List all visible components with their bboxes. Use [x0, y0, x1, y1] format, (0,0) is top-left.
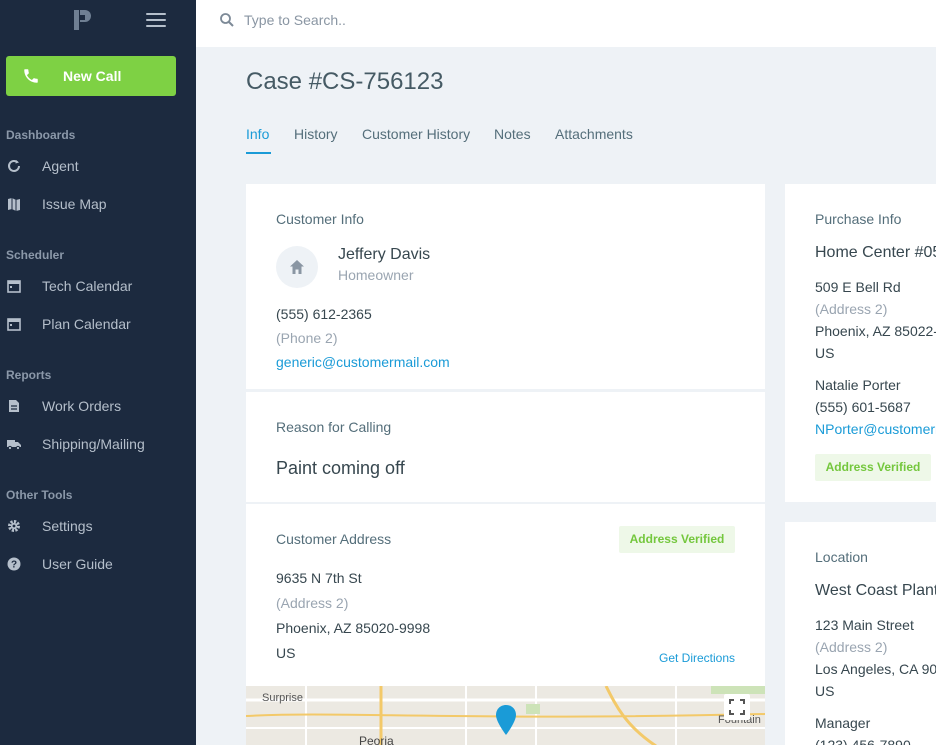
reason-card: Reason for Calling Paint coming off — [246, 392, 765, 502]
manager-phone: (123) 456-7890 — [815, 737, 911, 745]
sidebar: New Call Dashboards Agent Issue Map Sche… — [0, 0, 196, 745]
map-pin-icon[interactable] — [494, 704, 518, 736]
search-input[interactable] — [244, 8, 844, 32]
sidebar-item-label: Issue Map — [42, 196, 107, 212]
new-call-label: New Call — [63, 68, 122, 84]
gear-icon — [8, 520, 20, 532]
sidebar-item-label: User Guide — [42, 556, 113, 572]
card-label: Purchase Info — [815, 211, 902, 227]
customer-address-card: Customer Address Address Verified 9635 N… — [246, 504, 765, 745]
address-map[interactable]: Surprise Peoria Fountain — [246, 686, 765, 745]
truck-icon — [7, 440, 21, 451]
calendar-icon — [7, 280, 21, 293]
get-directions-link[interactable]: Get Directions — [659, 651, 735, 665]
fullscreen-button[interactable] — [724, 694, 750, 720]
address-city: Phoenix, AZ 85020-9998 — [276, 620, 431, 636]
sidebar-item-user-guide[interactable]: ? User Guide — [0, 550, 196, 578]
sidebar-item-label: Settings — [42, 518, 93, 534]
map-label-peoria: Peoria — [359, 734, 394, 745]
document-icon — [9, 400, 19, 412]
fullscreen-icon — [729, 699, 745, 715]
map-label-surprise: Surprise — [262, 692, 303, 704]
location-address-line1: 123 Main Street — [815, 617, 914, 633]
purchase-address-line2: (Address 2) — [815, 301, 888, 317]
top-bar — [196, 0, 936, 47]
location-card: Location West Coast Plant 123 Main Stree… — [785, 522, 936, 745]
section-other-tools: Other Tools — [6, 488, 73, 502]
address-country: US — [276, 645, 296, 661]
tab-info[interactable]: Info — [246, 126, 269, 142]
manager-label: Manager — [815, 715, 871, 731]
page-title: Case #CS-756123 — [246, 68, 444, 95]
new-call-button[interactable]: New Call — [6, 56, 176, 96]
sidebar-item-label: Work Orders — [42, 398, 122, 414]
reason-text: Paint coming off — [276, 458, 405, 478]
tab-customer-history[interactable]: Customer History — [362, 126, 470, 142]
sidebar-item-plan-calendar[interactable]: Plan Calendar — [0, 310, 196, 338]
customer-phone2: (Phone 2) — [276, 330, 338, 346]
sidebar-item-agent[interactable]: Agent — [0, 152, 196, 180]
purchase-address-line1: 509 E Bell Rd — [815, 279, 901, 295]
card-label: Customer Address — [276, 531, 392, 547]
purchase-info-card: Purchase Info Home Center #05 509 E Bell… — [785, 184, 936, 502]
map-icon — [8, 198, 20, 211]
customer-name: Jeffery Davis — [338, 246, 431, 263]
phone-icon — [24, 69, 38, 83]
location-name: West Coast Plant — [815, 582, 936, 599]
purchase-contact-email-link[interactable]: NPorter@customerm — [815, 421, 936, 437]
help-icon: ? — [7, 557, 21, 571]
purchase-address-verified-badge: Address Verified — [815, 454, 931, 481]
tab-notes[interactable]: Notes — [494, 126, 531, 142]
section-scheduler: Scheduler — [6, 248, 65, 262]
sidebar-item-label: Shipping/Mailing — [42, 436, 145, 452]
address-line1: 9635 N 7th St — [276, 570, 362, 586]
location-address-line2: (Address 2) — [815, 639, 888, 655]
address-line2: (Address 2) — [276, 595, 349, 611]
customer-role: Homeowner — [338, 267, 414, 283]
purchase-address-country: US — [815, 345, 835, 361]
hamburger-menu-icon[interactable] — [146, 13, 166, 27]
tab-history[interactable]: History — [294, 126, 338, 142]
right-column: Purchase Info Home Center #05 509 E Bell… — [785, 184, 936, 745]
search-icon — [220, 13, 234, 27]
refresh-icon — [8, 159, 20, 172]
card-label: Location — [815, 549, 868, 565]
sidebar-item-tech-calendar[interactable]: Tech Calendar — [0, 272, 196, 300]
card-label: Reason for Calling — [276, 419, 392, 435]
calendar-icon — [7, 318, 21, 331]
sidebar-item-label: Tech Calendar — [42, 278, 133, 294]
purchase-contact-phone: (555) 601-5687 — [815, 399, 911, 415]
sidebar-item-shipping-mailing[interactable]: Shipping/Mailing — [0, 430, 196, 458]
purchase-address-city: Phoenix, AZ 85022- — [815, 323, 936, 339]
store-name: Home Center #05 — [815, 244, 936, 261]
svg-text:?: ? — [11, 560, 17, 571]
section-reports: Reports — [6, 368, 52, 382]
avatar — [276, 246, 318, 288]
sidebar-item-issue-map[interactable]: Issue Map — [0, 190, 196, 218]
home-icon — [290, 260, 304, 274]
customer-info-card: Customer Info Jeffery Davis Homeowner (5… — [246, 184, 765, 389]
purchase-contact-name: Natalie Porter — [815, 377, 901, 393]
customer-phone: (555) 612-2365 — [276, 306, 372, 322]
section-dashboards: Dashboards — [6, 128, 76, 142]
customer-email-link[interactable]: generic@customermail.com — [276, 354, 450, 370]
card-label: Customer Info — [276, 211, 364, 227]
address-verified-badge: Address Verified — [619, 526, 735, 553]
active-tab-indicator — [246, 152, 271, 154]
sidebar-item-work-orders[interactable]: Work Orders — [0, 392, 196, 420]
sidebar-item-label: Plan Calendar — [42, 316, 131, 332]
location-address-city: Los Angeles, CA 900 — [815, 661, 936, 677]
logo-icon — [74, 10, 91, 30]
sidebar-item-settings[interactable]: Settings — [0, 512, 196, 540]
sidebar-item-label: Agent — [42, 158, 79, 174]
tab-attachments[interactable]: Attachments — [555, 126, 633, 142]
location-address-country: US — [815, 683, 835, 699]
